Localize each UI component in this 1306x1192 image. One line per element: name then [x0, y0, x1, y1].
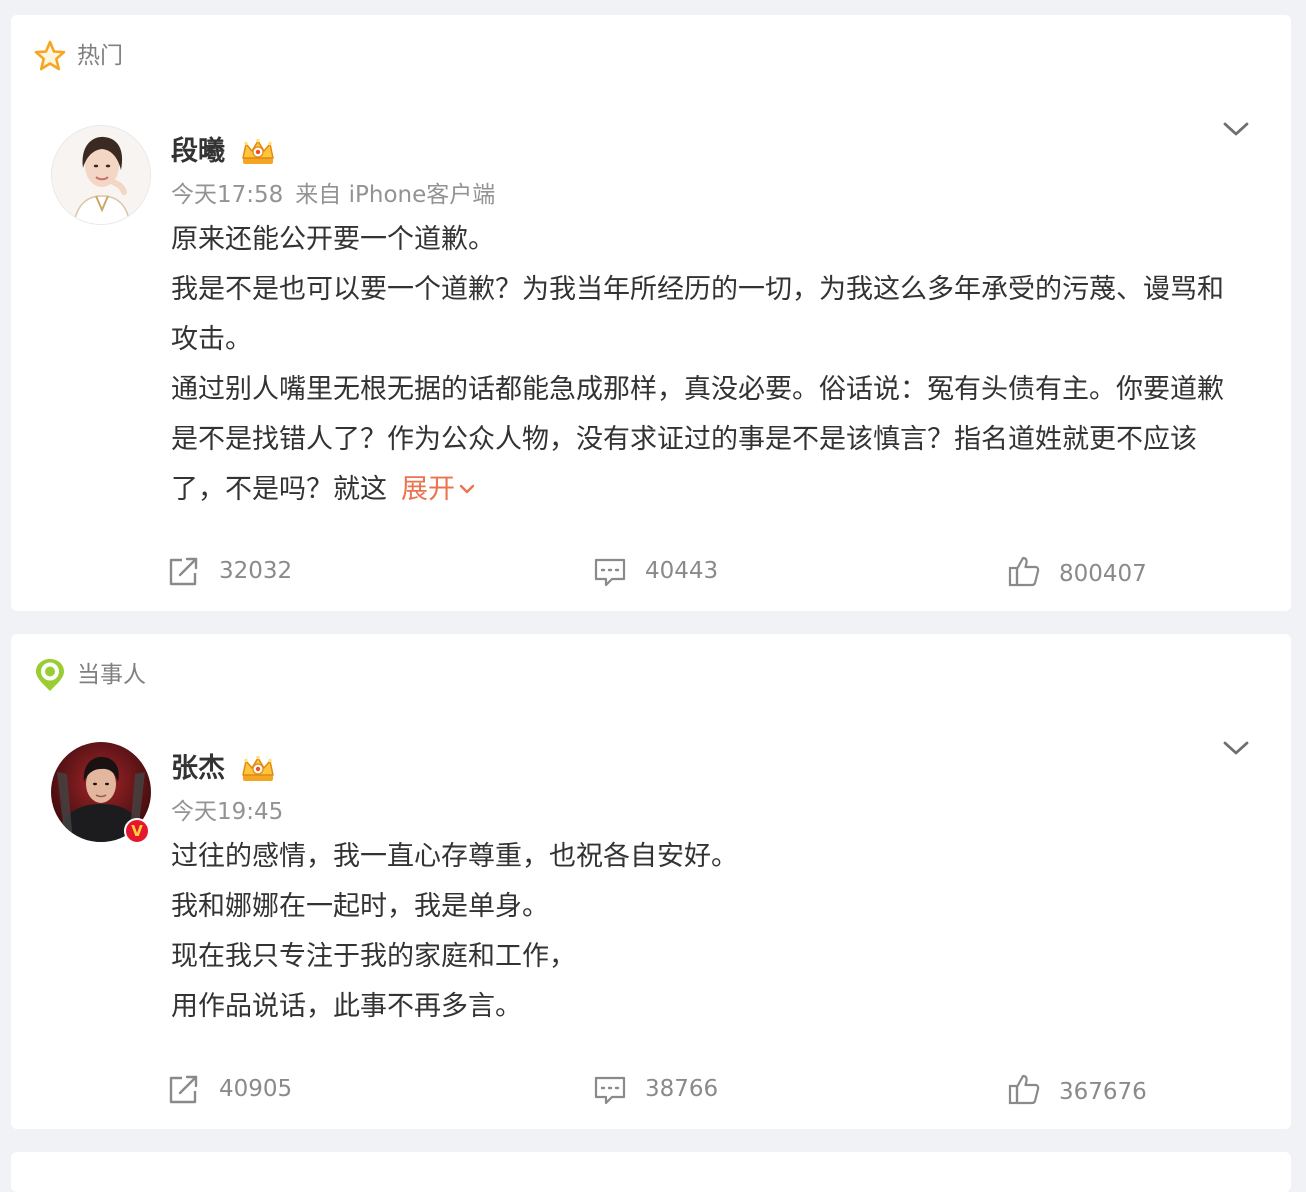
- repost-button[interactable]: 40905: [167, 1069, 292, 1109]
- thumbs-up-icon: [1007, 554, 1041, 588]
- post-content: 原来还能公开要一个道歉。 我是不是也可以要一个道歉？为我当年所经历的一切，为我这…: [171, 215, 1241, 516]
- like-button[interactable]: 367676: [1007, 1069, 1147, 1109]
- repost-icon: [167, 1072, 201, 1106]
- like-button[interactable]: 800407: [1007, 551, 1147, 591]
- action-bar: 32032 40443 800407: [11, 551, 1291, 591]
- comment-icon: [593, 554, 627, 588]
- chevron-down-icon: [457, 466, 477, 516]
- action-bar: 40905 38766 367676: [11, 1069, 1291, 1109]
- content-paragraph: 原来还能公开要一个道歉。: [171, 224, 495, 255]
- post-meta: 今天19:45: [171, 796, 1241, 828]
- comment-button[interactable]: 40443: [593, 551, 718, 591]
- comment-icon: [593, 1072, 627, 1106]
- expand-link[interactable]: 展开: [401, 474, 477, 505]
- like-count: 800407: [1059, 561, 1147, 587]
- post-body: 段曦 今天17:58 来自 iPhone客户端 原来还能公开要一个道歉。 我是不…: [171, 125, 1241, 516]
- post-meta: 今天17:58 来自 iPhone客户端: [171, 179, 1241, 211]
- comment-count: 38766: [645, 1076, 719, 1102]
- post-source: 来自 iPhone客户端: [295, 182, 496, 208]
- location-pin-icon: [33, 658, 67, 692]
- post-body: 张杰 今天19:45 过往的感情，我一直心存尊重，也祝各自安好。 我和娜娜在一起…: [171, 742, 1241, 1032]
- repost-count: 32032: [219, 558, 293, 584]
- author-row: 张杰: [171, 742, 1241, 796]
- post-card: 热门 段曦 今天17:58 来自 iPhone客户端 原来还能公开要一个道歉。 …: [11, 15, 1291, 611]
- author-name[interactable]: 段曦: [171, 125, 225, 179]
- section-header-hot: 热门: [33, 39, 123, 73]
- content-paragraph: 我和娜娜在一起时，我是单身。: [171, 891, 549, 922]
- repost-icon: [167, 554, 201, 588]
- post-time[interactable]: 今天17:58: [171, 182, 283, 208]
- comment-button[interactable]: 38766: [593, 1069, 718, 1109]
- content-paragraph: 用作品说话，此事不再多言。: [171, 991, 522, 1022]
- avatar[interactable]: [51, 125, 151, 225]
- repost-count: 40905: [219, 1076, 293, 1102]
- avatar[interactable]: V: [51, 742, 151, 844]
- section-label: 热门: [77, 43, 123, 69]
- author-row: 段曦: [171, 125, 1241, 179]
- post-content: 过往的感情，我一直心存尊重，也祝各自安好。 我和娜娜在一起时，我是单身。 现在我…: [171, 832, 1241, 1032]
- post-time[interactable]: 今天19:45: [171, 799, 283, 825]
- content-paragraph: 现在我只专注于我的家庭和工作，: [171, 941, 576, 972]
- section-label: 当事人: [77, 662, 146, 688]
- post-card: 当事人 V 张杰 今天19:45 过往的感情，我一直心存尊重，也祝各自安好。 我…: [11, 634, 1291, 1129]
- repost-button[interactable]: 32032: [167, 551, 292, 591]
- content-paragraph: 我是不是也可以要一个道歉？为我当年所经历的一切，为我这么多年承受的污蔑、谩骂和攻…: [171, 274, 1224, 355]
- crown-badge-icon[interactable]: [239, 137, 277, 167]
- content-text: 通过别人嘴里无根无据的话都能急成那样，真没必要。俗话说：冤有头债有主。你要道歉是…: [171, 374, 1224, 505]
- verified-badge: V: [124, 818, 150, 844]
- content-paragraph: 通过别人嘴里无根无据的话都能急成那样，真没必要。俗话说：冤有头债有主。你要道歉是…: [171, 365, 1241, 516]
- weibo-feed: 热门 段曦 今天17:58 来自 iPhone客户端 原来还能公开要一个道歉。 …: [0, 0, 1306, 1192]
- post-card-partial: [11, 1152, 1291, 1192]
- star-icon: [33, 39, 67, 73]
- author-name[interactable]: 张杰: [171, 742, 225, 796]
- content-paragraph: 过往的感情，我一直心存尊重，也祝各自安好。: [171, 841, 738, 872]
- section-header-involved: 当事人: [33, 658, 146, 692]
- thumbs-up-icon: [1007, 1072, 1041, 1106]
- crown-badge-icon[interactable]: [239, 754, 277, 784]
- expand-label: 展开: [401, 474, 455, 505]
- comment-count: 40443: [645, 558, 719, 584]
- like-count: 367676: [1059, 1079, 1147, 1105]
